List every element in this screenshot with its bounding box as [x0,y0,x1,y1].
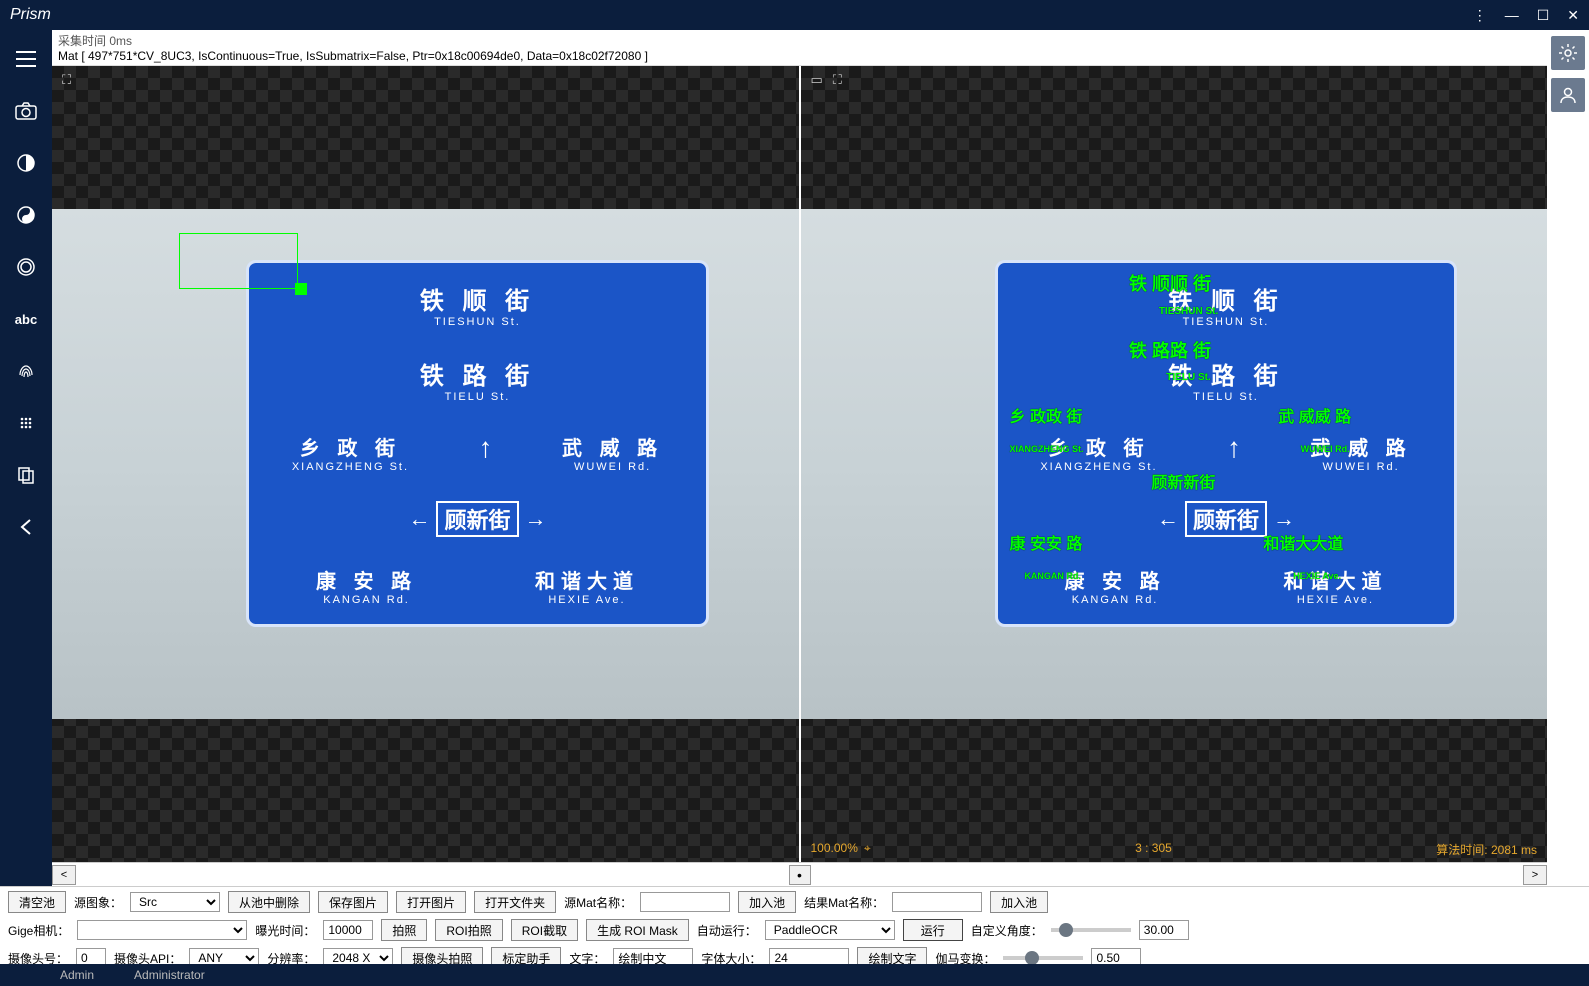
circle-icon[interactable] [11,252,41,282]
ocr-text: KANGAN Rd. [1024,571,1081,581]
statusbar: Admin Administrator [0,964,1589,986]
app-title: Prism [10,6,51,24]
close-icon[interactable]: ✕ [1567,7,1579,24]
angle-input[interactable] [1139,920,1189,940]
add-pool-button-2[interactable]: 加入池 [990,891,1048,913]
capture-button[interactable]: 拍照 [381,919,427,941]
status-role: Administrator [134,968,205,982]
fingerprint-icon[interactable] [11,356,41,386]
fullscreen-icon[interactable]: ⛶ [62,72,71,88]
status-user: Admin [60,968,94,982]
run-button[interactable]: 运行 [903,919,963,941]
auto-run-select[interactable]: PaddleOCR [765,920,895,940]
panel-row-1: 清空池 源图象： Src 从池中删除 保存图片 打开图片 打开文件夹 源Mat名… [8,891,1581,913]
ocr-text: 武 威威 路 [1278,403,1351,427]
exposure-label: 曝光时间： [255,922,315,939]
save-image-button[interactable]: 保存图片 [318,891,388,913]
titlebar: Prism ⋮ — ☐ ✕ [0,0,1589,30]
exposure-input[interactable] [323,920,373,940]
panel-row-2: Gige相机： 曝光时间： 拍照 ROI拍照 ROI截取 生成 ROI Mask… [8,919,1581,941]
viewer-status: 100.00% ⌖ 3 : 305 算法时间: 2081 ms [811,841,1538,858]
src-mat-label: 源Mat名称： [564,894,632,911]
image-area: 采集时间 0ms Mat [ 497*751*CV_8UC3, IsContin… [52,30,1547,886]
roi-cut-button[interactable]: ROI截取 [511,919,578,941]
src-mat-input[interactable] [640,892,730,912]
auto-run-label: 自动运行： [697,922,757,939]
info-bar: 采集时间 0ms Mat [ 497*751*CV_8UC3, IsContin… [52,30,1547,66]
del-from-pool-button[interactable]: 从池中删除 [228,891,310,913]
nav-next-button[interactable]: > [1523,865,1547,885]
ocr-text: 康 安安 路 [1010,530,1083,554]
viewer-result[interactable]: ▭ ⛶ 铁 顺 街TIESHUN St. 铁 路 街TIELU St. 乡 政 … [801,66,1548,862]
back-icon[interactable] [11,512,41,542]
ocr-text: 和谐大大道 [1263,530,1343,554]
fullscreen-icon[interactable]: ⛶ [833,72,842,88]
open-folder-button[interactable]: 打开文件夹 [474,891,556,913]
settings-button[interactable] [1551,36,1585,70]
roi-handle[interactable] [295,283,307,295]
viewer-source[interactable]: ⛶ 铁 顺 街TIESHUN St. 铁 路 街TIELU St. 乡 政 街X… [52,66,801,862]
main-area: abc 采集时间 0ms Mat [ 497*751*CV_8UC3, IsCo… [0,30,1589,886]
menu-dots-icon[interactable]: ⋮ [1473,7,1487,24]
ocr-text: XIANGZHENG St. [1010,444,1084,454]
ocr-text: HEXIE Ave. [1293,571,1341,581]
ocr-text: 顾新新街 [1151,469,1215,493]
ocr-text: WUWEI Rd. [1301,444,1350,454]
ocr-text: 铁 路路 街 [1129,337,1211,363]
focus-icon[interactable]: ⌖ [864,841,871,858]
add-pool-button-1[interactable]: 加入池 [738,891,796,913]
res-mat-label: 结果Mat名称： [804,894,884,911]
hamburger-icon[interactable] [11,44,41,74]
ocr-text: TIESHUN St. [1159,306,1218,317]
roi-capture-button[interactable]: ROI拍照 [435,919,502,941]
viewers: ⛶ 铁 顺 街TIESHUN St. 铁 路 街TIELU St. 乡 政 街X… [52,66,1547,862]
src-image-select[interactable]: Src [130,892,220,912]
gige-select[interactable] [77,920,247,940]
camera-icon[interactable] [11,96,41,126]
gamma-slider[interactable] [1003,956,1083,960]
src-image-label: 源图象： [74,894,122,911]
copy-icon[interactable] [11,460,41,490]
angle-slider[interactable] [1051,928,1131,932]
left-sidebar: abc [0,30,52,886]
ocr-text: 铁 顺顺 街 [1129,270,1211,296]
abc-icon[interactable]: abc [11,304,41,334]
ocr-text: 乡 政政 街 [1010,403,1083,427]
ocr-text: TIELU St. [1166,372,1210,383]
rect-icon[interactable]: ▭ [811,72,823,88]
gen-roi-mask-button[interactable]: 生成 ROI Mask [586,919,689,941]
minimize-icon[interactable]: — [1505,7,1519,24]
roi-box[interactable] [179,233,298,289]
yinyang-icon[interactable] [11,200,41,230]
open-image-button[interactable]: 打开图片 [396,891,466,913]
nav-row: < • > [52,862,1547,886]
road-sign: 铁 顺 街TIESHUN St. 铁 路 街TIELU St. 乡 政 街XIA… [246,260,709,627]
bottom-panel: 清空池 源图象： Src 从池中删除 保存图片 打开图片 打开文件夹 源Mat名… [0,886,1589,964]
clear-pool-button[interactable]: 清空池 [8,891,66,913]
contrast-icon[interactable] [11,148,41,178]
window-controls: ⋮ — ☐ ✕ [1473,7,1579,24]
right-sidebar [1547,30,1589,886]
nav-prev-button[interactable]: < [52,865,76,885]
maximize-icon[interactable]: ☐ [1537,7,1550,24]
cursor-pos: 3 : 305 [871,841,1437,858]
gige-label: Gige相机： [8,922,69,939]
zoom-value: 100.00% [811,841,858,858]
blur-icon[interactable] [11,408,41,438]
user-button[interactable] [1551,78,1585,112]
res-mat-input[interactable] [892,892,982,912]
angle-label: 自定义角度： [971,922,1043,939]
nav-center-button[interactable]: • [789,865,811,885]
